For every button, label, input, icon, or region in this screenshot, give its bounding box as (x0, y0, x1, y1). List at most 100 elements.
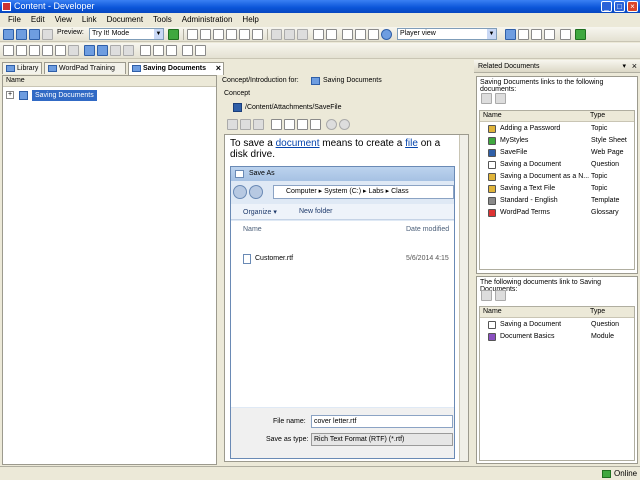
doc-name: Adding a Password (500, 125, 561, 132)
sync-icon[interactable] (575, 29, 586, 40)
find-icon[interactable] (342, 29, 353, 40)
link-icon[interactable] (227, 119, 238, 130)
zoom-out-icon[interactable] (326, 29, 337, 40)
preview-mode-select[interactable]: Try It! Mode ▼ (89, 28, 164, 40)
view-mode-select[interactable]: Player view ▼ (397, 28, 497, 40)
zoom-in-icon[interactable] (313, 29, 324, 40)
list-item[interactable]: Saving a Document Question (480, 319, 634, 331)
cut-icon[interactable] (187, 29, 198, 40)
list-item[interactable]: MyStyles Style Sheet (480, 135, 634, 147)
close-icon[interactable]: × (632, 60, 637, 73)
lock-icon[interactable] (166, 45, 177, 56)
tab-close-icon[interactable]: × (216, 63, 221, 74)
open-icon[interactable] (16, 29, 27, 40)
refresh-icon[interactable] (252, 29, 263, 40)
menu-bar: File Edit View Link Document Tools Administrat… (0, 13, 640, 26)
properties-icon[interactable] (560, 29, 571, 40)
arrow-right-icon[interactable] (123, 45, 134, 56)
back-icon[interactable] (326, 119, 337, 130)
redo-icon[interactable] (284, 29, 295, 40)
tree-item-saving-documents[interactable]: Saving Documents (32, 90, 97, 101)
restore-icon[interactable] (195, 45, 206, 56)
check-in-icon[interactable] (140, 45, 151, 56)
layout-3-icon[interactable] (531, 29, 542, 40)
compare-icon[interactable] (182, 45, 193, 56)
list-item[interactable]: Saving a Text File Topic (480, 183, 634, 195)
package-icon[interactable] (42, 45, 53, 56)
maximize-button[interactable]: □ (614, 1, 625, 12)
forward-icon[interactable] (339, 119, 350, 130)
remove-link-icon[interactable] (495, 290, 506, 301)
layout-2-icon[interactable] (518, 29, 529, 40)
menu-administration[interactable]: Administration (177, 13, 238, 26)
save-icon[interactable] (29, 29, 40, 40)
play-icon[interactable] (168, 29, 179, 40)
edit-link-icon[interactable] (481, 93, 492, 104)
question-icon[interactable] (55, 45, 66, 56)
menu-link[interactable]: Link (77, 13, 102, 26)
list-item[interactable]: SaveFile Web Page (480, 147, 634, 159)
move-down-icon[interactable] (97, 45, 108, 56)
move-up-icon[interactable] (84, 45, 95, 56)
paste-icon[interactable] (253, 119, 264, 130)
pin-icon[interactable]: ▾ (622, 60, 626, 73)
link-icon[interactable] (16, 45, 27, 56)
replace-icon[interactable] (355, 29, 366, 40)
copy-icon[interactable] (200, 29, 211, 40)
menu-tools[interactable]: Tools (148, 13, 177, 26)
delete-icon[interactable] (310, 119, 321, 130)
check-out-icon[interactable] (153, 45, 164, 56)
delete-icon[interactable] (226, 29, 237, 40)
document-link[interactable]: document (276, 138, 320, 149)
list-item[interactable]: Document Basics Module (480, 331, 634, 343)
list-item[interactable]: Saving a Document Question (480, 159, 634, 171)
dropdown-icon[interactable] (68, 45, 79, 56)
tools-icon[interactable] (284, 119, 295, 130)
menu-document[interactable]: Document (102, 13, 148, 26)
arrow-down-icon[interactable] (110, 45, 121, 56)
minimize-button[interactable]: _ (601, 1, 612, 12)
spell-check-icon[interactable] (368, 29, 379, 40)
edit-pencil-icon[interactable] (271, 119, 282, 130)
doc-type: Question (591, 161, 620, 168)
doc-name: Saving a Document (500, 161, 562, 168)
publish-icon[interactable] (29, 45, 40, 56)
doc-type: Style Sheet (591, 137, 627, 144)
remove-link-icon[interactable] (495, 93, 506, 104)
menu-file[interactable]: File (3, 13, 26, 26)
doc-name: SaveFile (500, 149, 528, 156)
list-item[interactable]: WordPad Terms Glossary (480, 207, 634, 219)
copy-icon[interactable] (240, 119, 251, 130)
paste-icon[interactable] (213, 29, 224, 40)
tab-library[interactable]: Library (2, 62, 42, 74)
list-item[interactable]: Adding a Password Topic (480, 123, 634, 135)
col-name-header: Name (243, 226, 262, 233)
edit-icon[interactable] (3, 45, 14, 56)
organize-button: Organize ▾ (243, 209, 277, 216)
expand-icon[interactable]: + (6, 91, 14, 99)
preview-icon[interactable] (297, 119, 308, 130)
file-link[interactable]: file (405, 138, 418, 149)
list-item[interactable]: Standard - English Template (480, 195, 634, 207)
copy-format-icon[interactable] (239, 29, 250, 40)
view-mode-value: Player view (400, 30, 436, 37)
print-icon[interactable] (42, 29, 53, 40)
tab-wordpad-training[interactable]: WordPad Training (44, 62, 126, 74)
undo-icon[interactable] (271, 29, 282, 40)
layout-1-icon[interactable] (505, 29, 516, 40)
col-date-header: Date modified (406, 226, 450, 233)
edit-link-icon[interactable] (481, 290, 492, 301)
help-icon[interactable] (381, 29, 392, 40)
menu-view[interactable]: View (50, 13, 77, 26)
new-icon[interactable] (3, 29, 14, 40)
tab-saving-documents[interactable]: Saving Documents × (128, 62, 224, 75)
menu-edit[interactable]: Edit (26, 13, 50, 26)
layout-4-icon[interactable] (544, 29, 555, 40)
vertical-scrollbar[interactable] (459, 135, 468, 461)
toolbar-secondary (0, 43, 640, 59)
list-item[interactable]: Saving a Document as a N... Topic (480, 171, 634, 183)
history-icon[interactable] (297, 29, 308, 40)
doc-type: Topic (591, 125, 608, 132)
close-button[interactable]: × (627, 1, 638, 12)
menu-help[interactable]: Help (237, 13, 263, 26)
